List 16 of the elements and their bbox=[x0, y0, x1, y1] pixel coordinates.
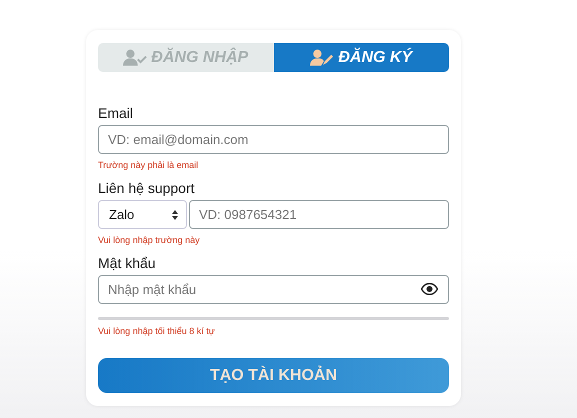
email-field[interactable]: VD: email@domain.com bbox=[98, 125, 449, 154]
password-field[interactable]: Nhập mật khẩu bbox=[98, 275, 449, 304]
error-message: Vui lòng nhập trường này bbox=[98, 235, 201, 245]
error-message: Vui lòng nhập tối thiểu 8 kí tự bbox=[98, 326, 216, 336]
field-label: Liên hệ support bbox=[98, 180, 196, 196]
field-label: Email bbox=[98, 105, 134, 121]
phone-field[interactable]: VD: 0987654321 bbox=[189, 200, 449, 229]
sort-icon bbox=[172, 210, 178, 220]
user-check-icon bbox=[123, 49, 148, 66]
create-account-button[interactable]: TẠO TÀI KHOẢN bbox=[98, 358, 449, 393]
user-edit-icon bbox=[310, 49, 334, 66]
contact-select[interactable]: Zalo bbox=[98, 200, 187, 229]
tab[interactable]: ĐĂNG KÝ bbox=[274, 43, 449, 72]
error-message: Trường này phải là email bbox=[98, 160, 200, 170]
field-label: Mật khẩu bbox=[98, 255, 157, 271]
eye-icon[interactable] bbox=[421, 283, 438, 295]
